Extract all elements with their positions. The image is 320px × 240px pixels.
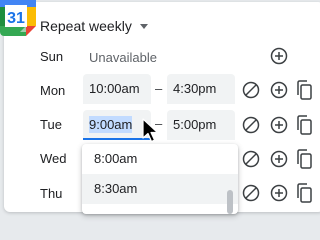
copy-icon[interactable]: [296, 80, 312, 100]
dropdown-scrollbar[interactable]: [227, 190, 233, 214]
add-icon[interactable]: [270, 184, 288, 202]
end-time-mon-value: 4:30pm: [173, 81, 217, 96]
day-label-wed: Wed: [40, 151, 67, 166]
unavailable-text: Unavailable: [89, 50, 157, 65]
app-icon-text: 31: [7, 10, 25, 27]
end-time-tue-value: 5:00pm: [173, 117, 217, 132]
day-label-sun: Sun: [40, 49, 64, 64]
day-label-thu: Thu: [40, 186, 63, 201]
mouse-pointer-icon: [142, 118, 159, 143]
copy-icon[interactable]: [296, 149, 312, 169]
time-separator: –: [155, 81, 163, 96]
add-icon[interactable]: [270, 47, 288, 65]
copy-icon[interactable]: [296, 183, 312, 203]
day-label-tue: Tue: [40, 117, 62, 132]
end-time-tue[interactable]: 5:00pm: [167, 110, 235, 140]
copy-icon[interactable]: [296, 115, 312, 135]
start-time-mon[interactable]: 10:00am: [83, 74, 151, 104]
time-option[interactable]: 8:00am: [82, 144, 238, 174]
add-icon[interactable]: [270, 116, 288, 134]
chevron-down-icon: [139, 23, 148, 29]
block-icon[interactable]: [242, 150, 260, 168]
start-time-tue-value: 9:00am: [89, 116, 133, 133]
time-options-dropdown[interactable]: 8:00am 8:30am: [82, 144, 238, 214]
google-calendar-icon: 31: [0, 0, 36, 36]
time-option[interactable]: 8:30am: [82, 174, 238, 204]
repeat-dropdown[interactable]: Repeat weekly: [40, 18, 148, 34]
end-time-mon[interactable]: 4:30pm: [167, 74, 235, 104]
add-icon[interactable]: [270, 81, 288, 99]
repeat-label: Repeat weekly: [40, 18, 132, 34]
add-icon[interactable]: [270, 150, 288, 168]
day-label-mon: Mon: [40, 83, 66, 98]
block-icon[interactable]: [242, 116, 260, 134]
start-time-mon-value: 10:00am: [89, 81, 140, 96]
start-time-tue[interactable]: 9:00am: [83, 110, 151, 140]
block-icon[interactable]: [242, 184, 260, 202]
block-icon[interactable]: [242, 81, 260, 99]
